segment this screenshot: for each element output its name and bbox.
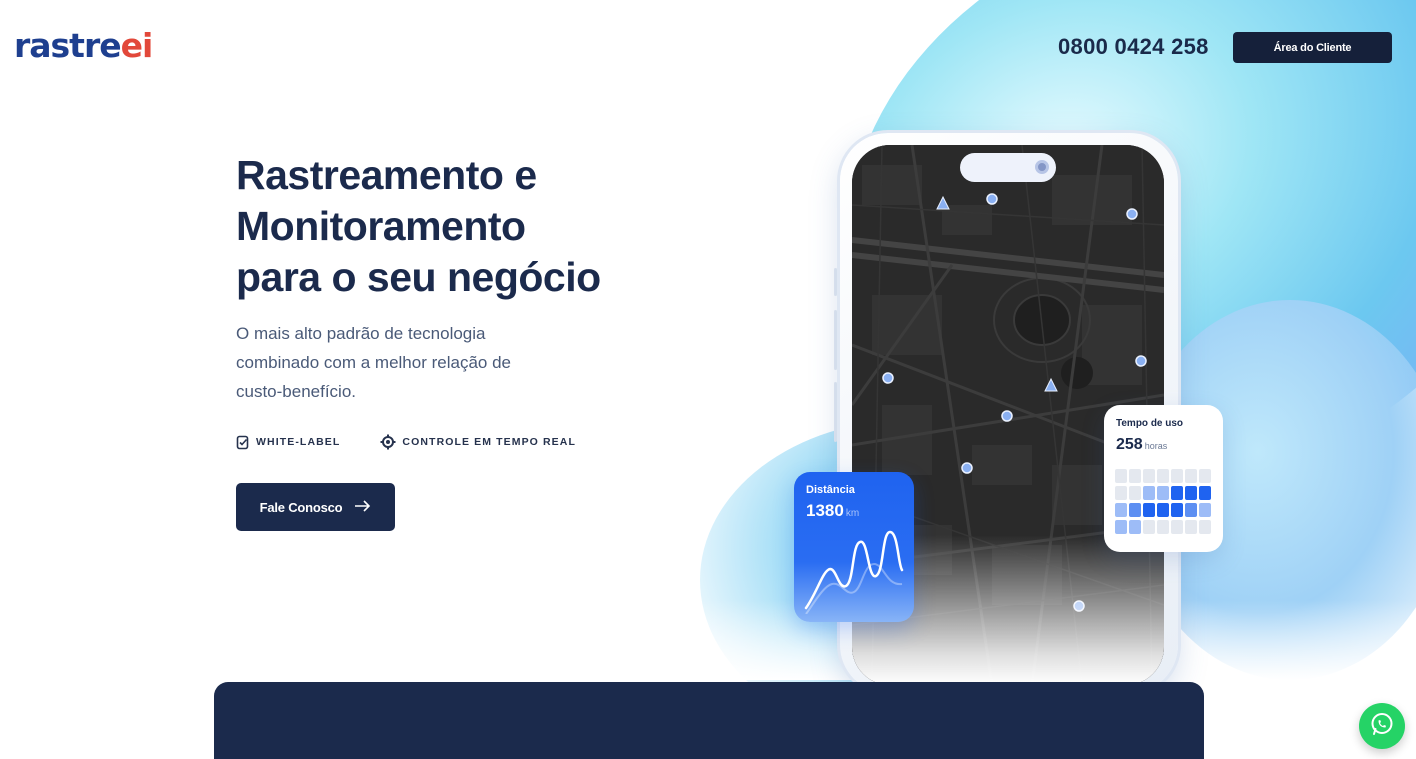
usage-heatmap xyxy=(1115,469,1211,534)
usage-heatmap-cell xyxy=(1199,486,1211,500)
logo-text-main: rastre xyxy=(14,26,122,65)
phone-number[interactable]: 0800 0424 258 xyxy=(1058,34,1209,60)
contact-button[interactable]: Fale Conosco xyxy=(236,483,395,531)
usage-heatmap-cell xyxy=(1171,503,1183,517)
usage-heatmap-cell xyxy=(1115,486,1127,500)
bottom-section xyxy=(214,682,1204,759)
camera-icon xyxy=(1035,160,1049,174)
feature-real-time-control: CONTROLE EM TEMPO REAL xyxy=(380,434,576,450)
logo[interactable]: rastreei xyxy=(14,26,154,65)
phone-side-button xyxy=(834,268,837,296)
usage-heatmap-cell xyxy=(1157,520,1169,534)
hero-subtitle-line: custo-benefício. xyxy=(236,382,357,401)
phone-side-button xyxy=(834,310,837,370)
usage-heatmap-cell xyxy=(1129,503,1141,517)
usage-heatmap-cell xyxy=(1171,469,1183,483)
usage-value: 258 xyxy=(1116,436,1143,453)
usage-time-card: Tempo de uso 258 horas xyxy=(1104,405,1223,552)
gear-icon xyxy=(380,434,396,450)
client-area-button[interactable]: Área do Cliente xyxy=(1233,32,1392,63)
distance-card: Distância 1380 km xyxy=(794,472,914,622)
distance-value-row: 1380 km xyxy=(806,501,902,521)
usage-heatmap-cell xyxy=(1157,469,1169,483)
hero-subtitle-line: combinado com a melhor relação de xyxy=(236,353,511,372)
usage-heatmap-cell xyxy=(1143,486,1155,500)
logo-text-accent: ei xyxy=(120,26,154,65)
feature-white-label: WHITE-LABEL xyxy=(236,434,340,450)
whatsapp-button[interactable] xyxy=(1359,703,1405,749)
landing-page: rastreei 0800 0424 258 Área do Cliente R… xyxy=(0,0,1416,759)
usage-heatmap-cell xyxy=(1115,469,1127,483)
usage-heatmap-cell xyxy=(1199,469,1211,483)
feature-label: CONTROLE EM TEMPO REAL xyxy=(402,436,576,448)
distance-label: Distância xyxy=(806,484,855,496)
feature-label: WHITE-LABEL xyxy=(256,436,341,448)
usage-heatmap-cell xyxy=(1185,520,1197,534)
distance-unit: km xyxy=(845,508,860,519)
usage-heatmap-cell xyxy=(1143,469,1155,483)
usage-heatmap-cell xyxy=(1199,503,1211,517)
hero-subtitle: O mais alto padrão de tecnologia combina… xyxy=(236,319,556,406)
distance-wave-chart xyxy=(804,530,904,614)
usage-value-row: 258 horas xyxy=(1116,436,1211,454)
hero-title: Rastreamento e Monitoramento para o seu … xyxy=(236,150,656,303)
usage-heatmap-cell xyxy=(1129,469,1141,483)
hero-title-line: Monitoramento xyxy=(236,203,526,249)
usage-heatmap-cell xyxy=(1157,486,1169,500)
usage-heatmap-cell xyxy=(1143,520,1155,534)
hero-subtitle-line: O mais alto padrão de tecnologia xyxy=(236,324,486,343)
phone-side-button xyxy=(834,382,837,442)
feature-list: WHITE-LABEL CONTROLE EM TEMPO REAL xyxy=(236,434,576,450)
hero-title-line: Rastreamento e xyxy=(236,152,537,198)
usage-unit: horas xyxy=(1144,441,1168,451)
whatsapp-icon xyxy=(1369,711,1395,742)
usage-heatmap-cell xyxy=(1115,520,1127,534)
usage-heatmap-cell xyxy=(1171,520,1183,534)
checklist-icon xyxy=(236,435,250,450)
usage-heatmap-cell xyxy=(1115,503,1127,517)
contact-button-label: Fale Conosco xyxy=(259,499,343,515)
usage-heatmap-cell xyxy=(1185,469,1197,483)
usage-heatmap-cell xyxy=(1129,486,1141,500)
usage-heatmap-cell xyxy=(1171,486,1183,500)
usage-heatmap-cell xyxy=(1157,503,1169,517)
usage-heatmap-cell xyxy=(1143,503,1155,517)
usage-heatmap-cell xyxy=(1199,520,1211,534)
hero-title-line: para o seu negócio xyxy=(236,254,601,300)
usage-heatmap-cell xyxy=(1185,503,1197,517)
distance-value: 1380 xyxy=(806,501,844,520)
usage-heatmap-cell xyxy=(1185,486,1197,500)
dynamic-island xyxy=(960,153,1056,182)
usage-heatmap-cell xyxy=(1129,520,1141,534)
arrow-right-icon xyxy=(354,499,371,515)
usage-label: Tempo de uso xyxy=(1116,418,1184,429)
